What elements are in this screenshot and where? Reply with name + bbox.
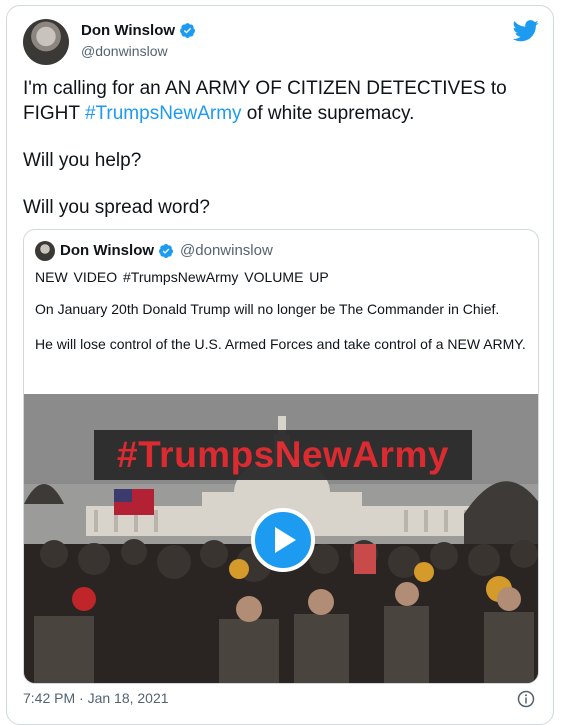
verified-icon <box>159 243 174 258</box>
video-thumbnail[interactable]: #TrumpsNewArmy <box>24 394 538 683</box>
hashtag-link[interactable]: #TrumpsNewArmy <box>85 103 242 124</box>
tweet-line-help: Will you help? <box>23 150 142 171</box>
quoted-author-name[interactable]: Don Winslow <box>60 242 154 259</box>
tweet-text-after: of white supremacy. <box>241 103 415 124</box>
quoted-author-handle[interactable]: @donwinslow <box>180 242 273 259</box>
tweet-card: Don Winslow @donwinslow I'm calling for … <box>6 5 554 725</box>
play-icon <box>275 527 296 553</box>
quoted-paragraph-2: He will lose control of the U.S. Armed F… <box>35 336 526 352</box>
twitter-bird-icon[interactable] <box>513 20 539 42</box>
info-icon[interactable] <box>517 690 535 708</box>
quoted-tweet[interactable]: Don Winslow @donwinslow NEW VIDEO #Trump… <box>23 229 539 684</box>
tweet-body: I'm calling for an AN ARMY OF CITIZEN DE… <box>23 76 543 242</box>
banner-text: #TrumpsNewArmy <box>117 434 449 475</box>
quoted-avatar[interactable] <box>35 241 55 261</box>
author-name[interactable]: Don Winslow <box>81 22 175 39</box>
quoted-body: NEW VIDEO #TrumpsNewArmy VOLUME UP On Ja… <box>35 268 529 370</box>
tweet-line-spread: Will you spread word? <box>23 197 210 218</box>
author-name-row[interactable]: Don Winslow <box>81 22 196 39</box>
avatar[interactable] <box>23 19 69 65</box>
verified-icon <box>180 23 195 38</box>
quoted-author-row[interactable]: Don Winslow @donwinslow <box>60 242 273 259</box>
quoted-line-video: NEW VIDEO #TrumpsNewArmy VOLUME UP <box>35 269 329 285</box>
play-button[interactable] <box>251 508 315 572</box>
author-handle[interactable]: @donwinslow <box>81 43 168 59</box>
tweet-timestamp[interactable]: 7:42 PM · Jan 18, 2021 <box>23 690 169 706</box>
video-title-banner: #TrumpsNewArmy <box>94 430 472 480</box>
quoted-paragraph-1: On January 20th Donald Trump will no lon… <box>35 301 500 317</box>
